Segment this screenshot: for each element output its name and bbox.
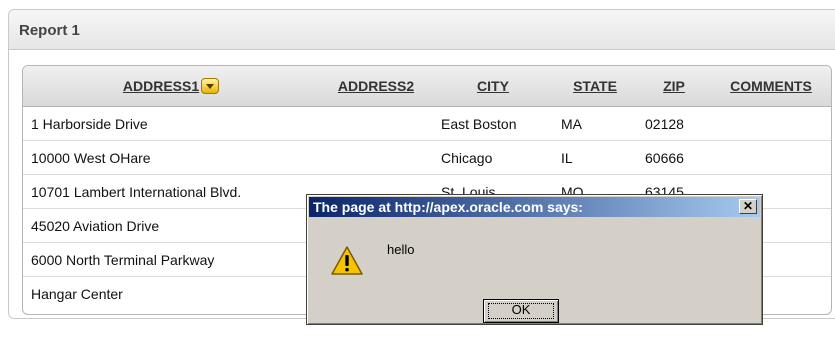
table-row: 10000 West OHare Chicago IL 60666 xyxy=(23,140,831,175)
column-header-address2[interactable]: ADDRESS2 xyxy=(319,66,433,107)
cell-zip: 60666 xyxy=(637,140,711,175)
warning-icon xyxy=(331,246,363,275)
cell-comments xyxy=(711,106,831,141)
column-header-comments[interactable]: COMMENTS xyxy=(711,66,831,107)
cell-state: MA xyxy=(553,106,637,141)
cell-address1: 10000 West OHare xyxy=(23,140,319,175)
region-header: Report 1 xyxy=(9,10,835,50)
focus-ring xyxy=(488,303,554,319)
cell-address1: 45020 Aviation Drive xyxy=(23,208,319,243)
region-title: Report 1 xyxy=(19,22,80,39)
cell-comments xyxy=(711,140,831,175)
dialog-titlebar[interactable]: The page at http://apex.oracle.com says:… xyxy=(309,197,760,217)
cell-zip: 02128 xyxy=(637,106,711,141)
cell-address1: Hangar Center xyxy=(31,285,123,302)
ok-button[interactable]: OK xyxy=(483,299,559,323)
close-icon: ✕ xyxy=(742,199,754,213)
cell-city: Chicago xyxy=(433,140,553,175)
cell-city: East Boston xyxy=(433,106,553,141)
cell-address2 xyxy=(319,106,433,141)
close-button[interactable]: ✕ xyxy=(739,199,757,214)
column-header-zip[interactable]: ZIP xyxy=(637,66,711,107)
cell-address2 xyxy=(319,140,433,175)
dialog-message: hello xyxy=(387,242,415,257)
column-header-state[interactable]: STATE xyxy=(553,66,637,107)
column-header-city[interactable]: CITY xyxy=(433,66,553,107)
cell-address1: 10701 Lambert International Blvd. xyxy=(23,174,319,209)
dialog-title: The page at http://apex.oracle.com says: xyxy=(313,199,583,215)
cell-state: IL xyxy=(553,140,637,175)
column-header-address1[interactable]: ADDRESS1 xyxy=(23,66,319,107)
table-row: 1 Harborside Drive East Boston MA 02128 xyxy=(23,106,831,141)
cell-address1: 6000 North Terminal Parkway xyxy=(23,242,319,277)
column-menu-icon[interactable] xyxy=(201,78,220,94)
header-row: ADDRESS1 ADDRESS2 CITY STATE ZIP COMMENT… xyxy=(23,66,831,107)
cell-address1: 1 Harborside Drive xyxy=(23,106,319,141)
alert-dialog: The page at http://apex.oracle.com says:… xyxy=(306,194,763,325)
